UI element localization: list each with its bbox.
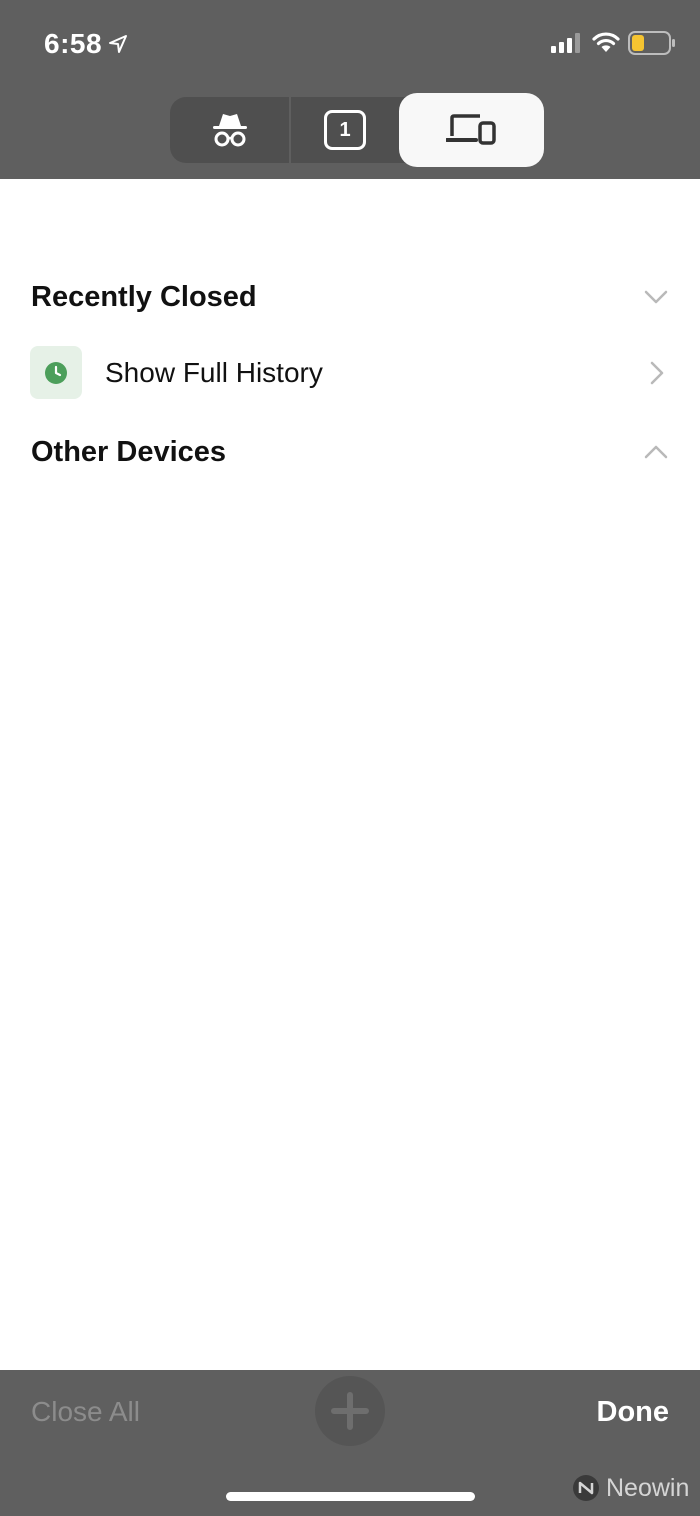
other-devices-header[interactable]: Other Devices bbox=[0, 422, 700, 482]
bottom-toolbar: Close All Done Neowin bbox=[0, 1370, 700, 1516]
watermark-text: Neowin bbox=[606, 1473, 690, 1502]
location-arrow-icon bbox=[109, 35, 128, 53]
tab-count: 1 bbox=[339, 118, 351, 141]
status-time-text: 6:58 bbox=[44, 28, 103, 59]
chevron-up-icon bbox=[644, 445, 668, 459]
top-bar: 6:58 1 bbox=[0, 0, 700, 179]
clock-icon bbox=[45, 361, 67, 384]
show-full-history-label: Show Full History bbox=[105, 357, 323, 388]
recently-closed-header[interactable]: Recently Closed bbox=[0, 267, 700, 327]
chevron-down-icon bbox=[644, 290, 668, 304]
battery-level bbox=[632, 35, 644, 51]
neowin-watermark: Neowin bbox=[572, 1472, 689, 1504]
history-icon-tile bbox=[30, 346, 82, 399]
tab-count-icon: 1 bbox=[324, 110, 366, 150]
plus-icon bbox=[331, 1392, 369, 1430]
recently-closed-title: Recently Closed bbox=[31, 281, 257, 313]
show-full-history-row[interactable]: Show Full History bbox=[0, 346, 700, 400]
incognito-icon bbox=[212, 114, 247, 147]
cellular-signal-icon bbox=[551, 33, 580, 53]
other-devices-segment[interactable] bbox=[399, 93, 544, 167]
open-tabs-segment[interactable]: 1 bbox=[291, 97, 399, 163]
tab-switcher: 1 bbox=[170, 93, 544, 167]
done-button[interactable]: Done bbox=[597, 1394, 670, 1430]
other-devices-title: Other Devices bbox=[31, 436, 227, 468]
close-all-button[interactable]: Close All bbox=[31, 1394, 140, 1430]
neowin-logo-icon bbox=[573, 1475, 599, 1501]
devices-icon bbox=[445, 114, 496, 145]
incognito-tabs-segment[interactable] bbox=[170, 97, 289, 163]
wifi-icon bbox=[592, 32, 620, 52]
chevron-right-icon bbox=[650, 361, 664, 385]
battery-low-icon bbox=[628, 31, 675, 55]
new-tab-button[interactable] bbox=[315, 1376, 385, 1446]
home-indicator[interactable] bbox=[226, 1492, 475, 1501]
status-time: 6:58 bbox=[44, 26, 128, 62]
screen: 6:58 1 Recently Closed Show Full History… bbox=[0, 0, 700, 1516]
